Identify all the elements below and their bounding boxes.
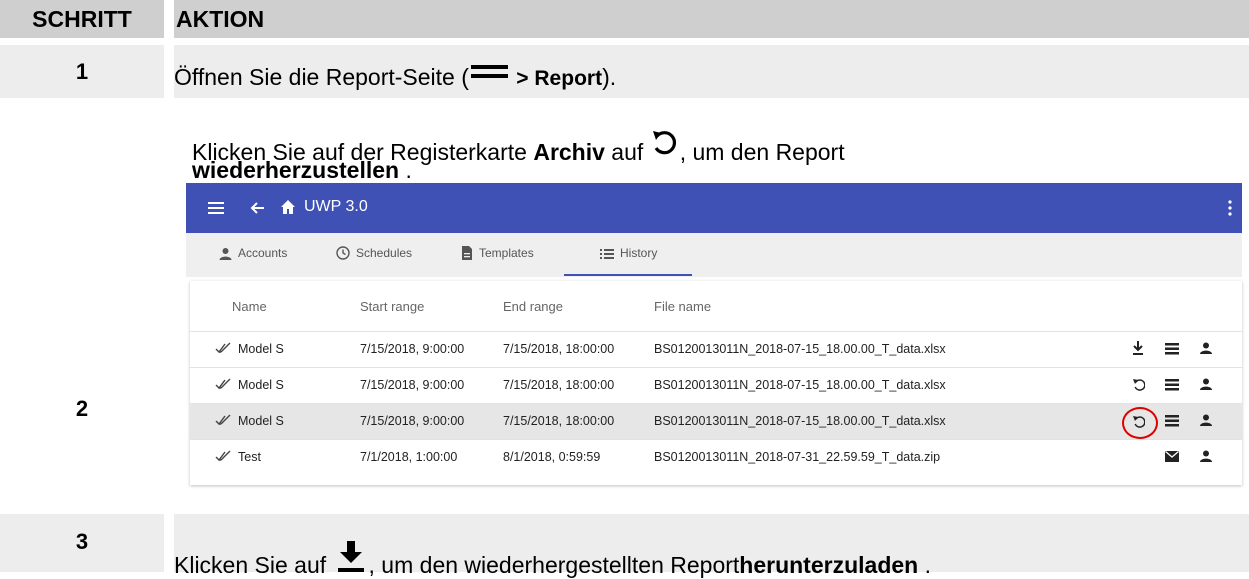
column-header-end-range[interactable]: End range (503, 299, 563, 314)
step-2-text-after: , um den Report (679, 139, 845, 165)
column-header-file-name[interactable]: File name (654, 299, 711, 314)
cell-name: Test (238, 450, 261, 464)
step-3-text-after: . (918, 552, 931, 578)
double-check-icon (215, 450, 231, 462)
step-3-row: 3 Klicken Sie auf , um den wiederhergest… (0, 514, 1249, 578)
cell-file-name: BS0120013011N_2018-07-15_18.00.00_T_data… (654, 378, 946, 392)
restore-icon[interactable] (1132, 377, 1145, 391)
person-icon[interactable] (1200, 450, 1212, 462)
person-icon[interactable] (1200, 414, 1212, 426)
double-check-icon (215, 378, 231, 390)
document-icon (462, 246, 472, 260)
step-3-text-before: Klicken Sie auf (174, 552, 333, 578)
step-number: 3 (75, 529, 89, 554)
table-row-selected[interactable]: Model S 7/15/2018, 9:00:00 7/15/2018, 18… (190, 403, 1242, 439)
step-2-tab-name: Archiv (533, 139, 605, 165)
step-3-text: Klicken Sie auf , um den wiederhergestel… (174, 541, 931, 579)
cell-end-range: 7/15/2018, 18:00:00 (503, 378, 615, 392)
step-2-text-line2: wiederherzustellen . (192, 157, 412, 184)
step-2-text-mid: auf (604, 139, 650, 165)
list-icon[interactable] (1165, 415, 1179, 427)
cell-file-name: BS0120013011N_2018-07-15_18.00.00_T_data… (654, 342, 946, 356)
mail-icon[interactable] (1165, 451, 1179, 462)
cell-name: Model S (238, 378, 284, 392)
list-icon[interactable] (1165, 379, 1179, 391)
step-2-bold-word: wiederherzustellen (192, 157, 400, 183)
tab-label: Accounts (238, 246, 288, 260)
table-row[interactable]: Model S 7/15/2018, 9:00:00 7/15/2018, 18… (190, 367, 1242, 403)
restore-icon (652, 131, 676, 155)
table-row[interactable]: Test 7/1/2018, 1:00:00 8/1/2018, 0:59:59… (190, 439, 1242, 475)
table-row[interactable]: Model S 7/15/2018, 9:00:00 7/15/2018, 18… (190, 331, 1242, 367)
cell-file-name: BS0120013011N_2018-07-31_22.59.59_T_data… (654, 450, 941, 464)
double-check-icon (215, 342, 231, 354)
app-toolbar: UWP 3.0 (186, 183, 1242, 233)
app-screenshot: UWP 3.0 Accounts Schedules Templates His… (186, 183, 1242, 485)
list-icon[interactable] (1165, 343, 1179, 355)
tab-label: Schedules (356, 246, 413, 260)
hamburger-menu-icon (470, 65, 508, 87)
cell-start-range: 7/1/2018, 1:00:00 (360, 450, 458, 464)
cell-name: Model S (238, 414, 284, 428)
cell-end-range: 8/1/2018, 0:59:59 (503, 450, 601, 464)
step-3-text-mid: , um den wiederhergestellten Report (368, 552, 740, 578)
header-action: AKTION (176, 6, 265, 32)
clock-icon (336, 246, 350, 260)
person-icon (219, 248, 232, 260)
home-icon[interactable] (280, 199, 296, 215)
tab-templates[interactable]: Templates (461, 246, 534, 260)
back-arrow-icon[interactable] (249, 200, 265, 216)
step-1-row: 1 Öffnen Sie die Report-Seite ( > Report… (0, 45, 1249, 98)
tab-accounts[interactable]: Accounts (219, 246, 287, 260)
instruction-table-header: SCHRITT AKTION (0, 0, 1249, 38)
cell-end-range: 7/15/2018, 18:00:00 (503, 342, 615, 356)
download-icon (337, 541, 364, 572)
app-title: UWP 3.0 (304, 198, 368, 215)
step-1-text: Öffnen Sie die Report-Seite ( > Report). (174, 64, 616, 91)
restore-icon[interactable] (1132, 414, 1145, 428)
tab-history[interactable]: History (600, 246, 657, 260)
column-header-start-range[interactable]: Start range (360, 299, 424, 314)
download-icon[interactable] (1132, 341, 1144, 355)
cell-file-name: BS0120013011N_2018-07-15_18.00.00_T_data… (654, 414, 946, 428)
step-1-menu-target: > Report (516, 67, 603, 90)
menu-icon[interactable] (208, 201, 224, 215)
more-vert-icon[interactable] (1228, 200, 1232, 216)
column-header-name[interactable]: Name (232, 299, 267, 314)
tab-label: History (620, 246, 658, 260)
tab-schedules[interactable]: Schedules (336, 246, 412, 260)
cell-name: Model S (238, 342, 284, 356)
step-1-text-before: Öffnen Sie die Report-Seite ( (174, 64, 469, 90)
double-check-icon (215, 414, 231, 426)
list-icon (600, 249, 614, 259)
tab-bar: Accounts Schedules Templates History (186, 233, 1242, 277)
step-number: 2 (75, 396, 89, 421)
header-step: SCHRITT (32, 6, 132, 32)
step-number: 1 (75, 59, 89, 84)
cell-start-range: 7/15/2018, 9:00:00 (360, 378, 465, 392)
person-icon[interactable] (1200, 378, 1212, 390)
cell-start-range: 7/15/2018, 9:00:00 (360, 342, 465, 356)
step-2-line2-after: . (399, 157, 412, 183)
step-3-bold-word: herunterzuladen (739, 552, 919, 578)
person-icon[interactable] (1200, 342, 1212, 354)
active-tab-indicator (564, 274, 692, 276)
cell-end-range: 7/15/2018, 18:00:00 (503, 414, 615, 428)
cell-start-range: 7/15/2018, 9:00:00 (360, 414, 465, 428)
tab-label: Templates (479, 246, 534, 260)
history-table: Name Start range End range File name Mod… (190, 281, 1242, 485)
step-1-text-after: ). (602, 64, 617, 90)
